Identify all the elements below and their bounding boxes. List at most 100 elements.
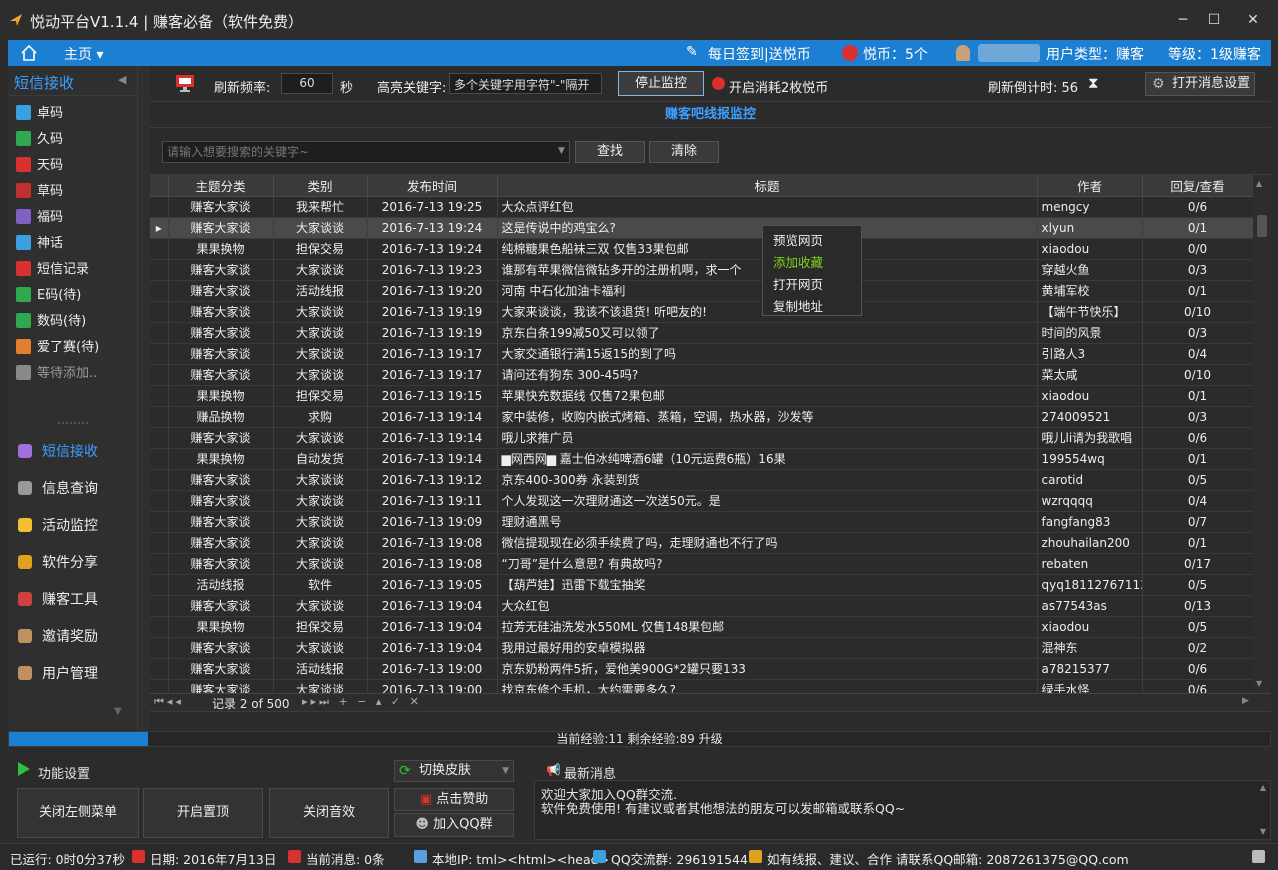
table-row[interactable]: ▸ 赚客大家谈 大家谈谈 2016-7-13 19:24 这是传说中的鸡宝么? xlyun… bbox=[150, 217, 1253, 239]
pin-top-button[interactable]: 开启置顶 bbox=[143, 788, 263, 838]
vertical-scrollbar[interactable]: ▲ ▼ bbox=[1253, 175, 1271, 693]
sidebar-code-item[interactable]: 神话 bbox=[16, 232, 134, 254]
table-row[interactable]: 赚客大家谈 大家谈谈 2016-7-13 19:17 请问还有狗东 300-45吗? 菜… bbox=[150, 364, 1253, 386]
sidebar-code-item[interactable]: 短信记录 bbox=[16, 258, 134, 280]
monitor-icon bbox=[176, 75, 194, 92]
news-scroll-up-icon[interactable]: ▲ bbox=[1260, 783, 1266, 792]
keyword-input[interactable]: 多个关键字用字符"-"隔开 bbox=[449, 73, 602, 94]
sidebar-module-item[interactable]: 活动监控 bbox=[18, 515, 136, 541]
column-header[interactable]: 作者 bbox=[1037, 175, 1143, 197]
table-row[interactable]: 赚客大家谈 大家谈谈 2016-7-13 19:19 大家来谈谈，我该不该退货! 听吧… bbox=[150, 301, 1253, 323]
ctx-open-page[interactable]: 打开网页 bbox=[773, 274, 823, 293]
sidebar-module-item[interactable]: 信息查询 bbox=[18, 478, 136, 504]
table-cell: 【葫芦娃】迅雷下载宝抽奖 bbox=[497, 574, 1038, 596]
search-dropdown-icon[interactable]: ▼ bbox=[558, 146, 565, 156]
hscroll-right-icon[interactable]: ▶ bbox=[1242, 696, 1249, 706]
refresh-interval-input[interactable]: 60 bbox=[281, 73, 333, 94]
table-row[interactable]: 赚客大家谈 大家谈谈 2016-7-13 19:11 个人发现这一次理财通这一次送50… bbox=[150, 490, 1253, 512]
table-row[interactable]: 赚客大家谈 大家谈谈 2016-7-13 19:08 “刀哥”是什么意思? 有典故吗?… bbox=[150, 553, 1253, 575]
table-row[interactable]: 赚客大家谈 大家谈谈 2016-7-13 19:00 找京东修个手机，大约需要多久? 绿… bbox=[150, 679, 1253, 693]
sidebar-module-item[interactable]: 软件分享 bbox=[18, 552, 136, 578]
table-row[interactable]: 赚客大家谈 我来帮忙 2016-7-13 19:25 大众点评红包 mengcy 0/6 bbox=[150, 196, 1253, 218]
table-row[interactable]: 赚客大家谈 大家谈谈 2016-7-13 19:23 谁那有苹果微信微钻多开的注册机啊… bbox=[150, 259, 1253, 281]
column-header[interactable]: 标题 bbox=[497, 175, 1038, 197]
sidebar-code-item[interactable]: 天码 bbox=[16, 154, 134, 176]
news-box[interactable]: 欢迎大家加入QQ群交流. 软件免费使用! 有建议或者其他想法的朋友可以发邮箱或联… bbox=[534, 780, 1271, 840]
table-cell: 0/7 bbox=[1142, 511, 1253, 533]
sidebar-code-item[interactable]: 久码 bbox=[16, 128, 134, 150]
scroll-down-icon[interactable]: ▼ bbox=[1256, 679, 1262, 688]
table-cell: 2016-7-13 19:04 bbox=[367, 595, 498, 617]
scroll-down-arrow-icon[interactable]: ▼ bbox=[114, 706, 122, 717]
coin-toggle-icon[interactable] bbox=[712, 77, 725, 90]
ctx-copy-address[interactable]: 复制地址 bbox=[773, 296, 823, 315]
sidebar-code-item[interactable]: 数码(待) bbox=[16, 310, 134, 332]
search-input[interactable]: 请输入想要搜索的关键字~ bbox=[162, 141, 570, 163]
sidebar-code-item[interactable]: 等待添加.. bbox=[16, 362, 134, 384]
code-icon bbox=[16, 365, 31, 380]
close-button[interactable]: ✕ bbox=[1238, 8, 1268, 32]
table-row[interactable]: 赚客大家谈 大家谈谈 2016-7-13 19:19 京东白条199减50又可以领了时… bbox=[150, 322, 1253, 344]
mail-icon[interactable] bbox=[1252, 850, 1265, 863]
ctx-add-favorite[interactable]: 添加收藏 bbox=[773, 252, 823, 271]
home-icon[interactable] bbox=[20, 44, 38, 62]
table-row[interactable]: 果果换物 担保交易 2016-7-13 19:15 苹果快充数据线 仅售72果包邮 xi… bbox=[150, 385, 1253, 407]
table-row[interactable]: 活动线报 软件 2016-7-13 19:05 【葫芦娃】迅雷下载宝抽奖 qyq1811… bbox=[150, 574, 1253, 596]
table-row[interactable]: 赚客大家谈 活动线报 2016-7-13 19:00 京东奶粉两件5折，爱他美900G… bbox=[150, 658, 1253, 680]
table-row[interactable]: 果果换物 担保交易 2016-7-13 19:24 纯棉糖果色船袜三双 仅售33果包邮… bbox=[150, 238, 1253, 260]
clear-button[interactable]: 清除 bbox=[649, 141, 719, 163]
news-scroll-down-icon[interactable]: ▼ bbox=[1260, 827, 1266, 836]
table-row[interactable]: 赚客大家谈 活动线报 2016-7-13 19:20 河南 中石化加油卡福利 黄埔军校 0… bbox=[150, 280, 1253, 302]
splitter-handle[interactable] bbox=[58, 422, 88, 428]
scroll-up-icon[interactable]: ▲ bbox=[1256, 179, 1262, 188]
message-count-text: 当前消息: 0条 bbox=[306, 852, 385, 867]
ctx-preview-page[interactable]: 预览网页 bbox=[773, 230, 823, 249]
table-row[interactable]: 赚客大家谈 大家谈谈 2016-7-13 19:09 理财通黑号 fangfang83 0… bbox=[150, 511, 1253, 533]
sidebar-module-item[interactable]: 邀请奖励 bbox=[18, 626, 136, 652]
sidebar-code-item[interactable]: 草码 bbox=[16, 180, 134, 202]
donate-button[interactable]: ▣ 点击赞助 bbox=[394, 788, 514, 811]
table-row[interactable]: 赚客大家谈 大家谈谈 2016-7-13 19:04 我用过最好用的安卓模拟器 混神东 0… bbox=[150, 637, 1253, 659]
table-row[interactable]: 赚客大家谈 大家谈谈 2016-7-13 19:14 哦儿求推广员 哦儿li请为我歌唱 0… bbox=[150, 427, 1253, 449]
column-header[interactable]: 类别 bbox=[273, 175, 368, 197]
nav-next-last-icons[interactable]: ▸▸⏭ + − ▴ ✓ ✕ bbox=[302, 695, 422, 709]
find-button[interactable]: 查找 bbox=[575, 141, 645, 163]
table-row[interactable]: 赚客大家谈 大家谈谈 2016-7-13 19:17 大家交通银行满15返15的到了吗… bbox=[150, 343, 1253, 365]
sidebar-module-item[interactable]: 赚客工具 bbox=[18, 589, 136, 615]
table-cell: qyq18112767113 bbox=[1037, 574, 1143, 596]
table-row[interactable]: 赚品换物 求购 2016-7-13 19:14 家中装修，收购内嵌式烤箱、蒸箱，空调，… bbox=[150, 406, 1253, 428]
sidebar-code-item[interactable]: E码(待) bbox=[16, 284, 134, 306]
stop-monitor-button[interactable]: 停止监控 bbox=[618, 71, 704, 96]
sidebar-module-label: 赚客工具 bbox=[42, 592, 98, 608]
table-cell: 请问还有狗东 300-45吗? bbox=[497, 364, 1038, 386]
sidebar-code-item[interactable]: 爱了赛(待) bbox=[16, 336, 134, 358]
close-sound-button[interactable]: 关闭音效 bbox=[269, 788, 389, 838]
minimize-button[interactable]: ─ bbox=[1168, 8, 1198, 32]
signin-link[interactable]: 每日签到|送悦币 bbox=[708, 44, 811, 64]
table-row[interactable]: 果果换物 担保交易 2016-7-13 19:04 拉芳无硅油洗发水550ML 仅售1… bbox=[150, 616, 1253, 638]
hourglass-icon: ⧗ bbox=[1088, 74, 1099, 92]
sidebar-module-label: 软件分享 bbox=[42, 555, 98, 571]
sidebar-code-item[interactable]: 卓码 bbox=[16, 102, 134, 124]
table-row[interactable]: 赚客大家谈 大家谈谈 2016-7-13 19:08 微信提现现在必须手续费了吗，走理… bbox=[150, 532, 1253, 554]
switch-skin-select[interactable]: ⟳ 切换皮肤 ▼ bbox=[394, 760, 514, 782]
home-menu[interactable]: 主页 ▾ bbox=[64, 44, 103, 64]
coin-option-label[interactable]: 开启消耗2枚悦币 bbox=[729, 77, 828, 96]
table-row[interactable]: 赚客大家谈 大家谈谈 2016-7-13 19:04 大众红包 as77543as 0/1… bbox=[150, 595, 1253, 617]
sidebar-module-item[interactable]: 短信接收 bbox=[18, 441, 136, 467]
sidebar-module-item[interactable]: 用户管理 bbox=[18, 663, 136, 689]
column-header[interactable]: 发布时间 bbox=[367, 175, 498, 197]
column-header[interactable]: 回复/查看 bbox=[1142, 175, 1253, 197]
table-row[interactable]: 果果换物 自动发货 2016-7-13 19:14 ▆网西网▆ 嘉士伯冰纯啤酒6罐（1… bbox=[150, 448, 1253, 470]
collapse-arrow-icon[interactable]: ◀ bbox=[118, 73, 126, 86]
maximize-button[interactable]: ☐ bbox=[1199, 8, 1229, 32]
column-header[interactable]: 主题分类 bbox=[168, 175, 274, 197]
join-qq-button[interactable]: ☻ 加入QQ群 bbox=[394, 813, 514, 837]
sidebar-code-item[interactable]: 福码 bbox=[16, 206, 134, 228]
sidebar-splitter[interactable] bbox=[138, 66, 150, 730]
scrollbar-thumb[interactable] bbox=[1257, 215, 1267, 237]
close-left-menu-button[interactable]: 关闭左侧菜单 bbox=[17, 788, 139, 838]
open-settings-button[interactable]: ⚙ 打开消息设置 bbox=[1145, 72, 1255, 96]
nav-first-prev-icons[interactable]: ⏮◂◂ bbox=[154, 695, 184, 709]
table-row[interactable]: 赚客大家谈 大家谈谈 2016-7-13 19:12 京东400-300券 永装到货 c… bbox=[150, 469, 1253, 491]
